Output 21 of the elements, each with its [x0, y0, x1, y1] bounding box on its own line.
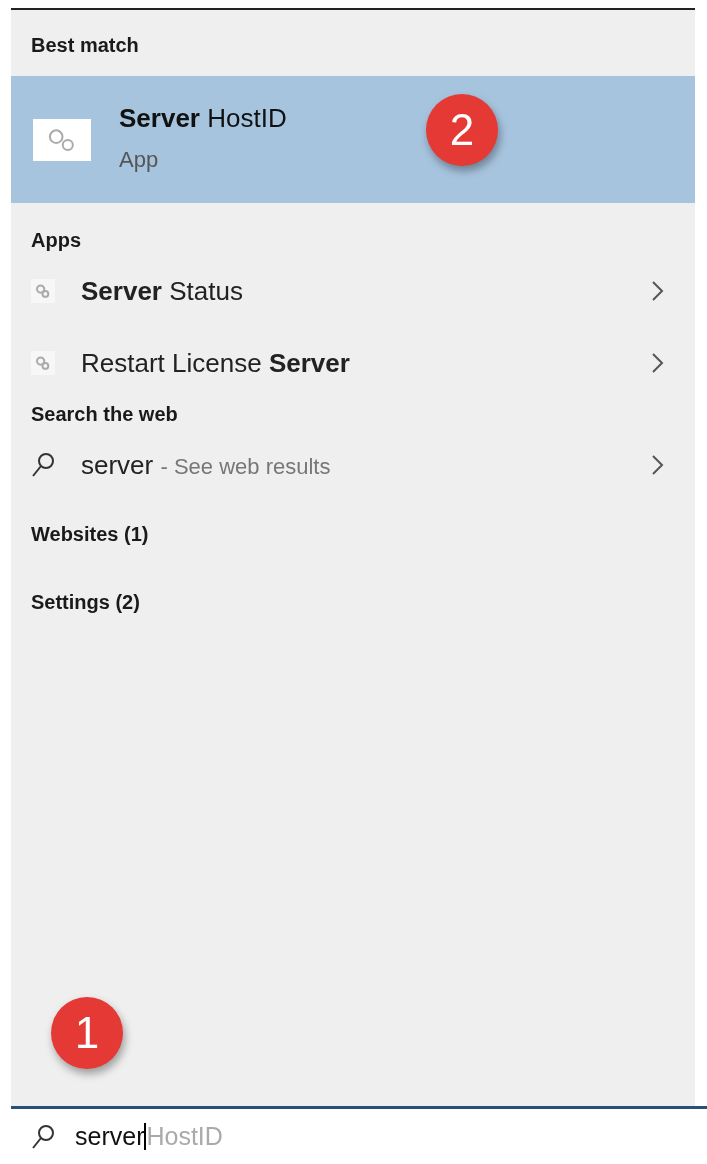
- step-badge: 1: [51, 997, 123, 1069]
- section-heading: Best match: [30, 33, 140, 58]
- app-result-item[interactable]: Server Status: [11, 255, 695, 327]
- section-link[interactable]: Settings (2): [11, 587, 695, 617]
- app-title: Server HostID: [119, 103, 287, 135]
- chevron-right-icon: [651, 352, 665, 374]
- gears-icon: [33, 118, 91, 161]
- chevron-right-icon: [651, 454, 665, 476]
- app-result-item[interactable]: Restart License Server: [11, 327, 695, 399]
- section-link[interactable]: Websites (1): [11, 519, 695, 549]
- search-icon: [31, 452, 55, 478]
- section-heading: Apps: [30, 228, 82, 253]
- gears-icon: [31, 279, 55, 303]
- gears-icon: [31, 351, 55, 375]
- search-icon: [31, 1123, 55, 1150]
- section-heading: Search the web: [30, 402, 179, 427]
- app-type: App: [119, 145, 160, 174]
- chevron-right-icon: [651, 280, 665, 302]
- step-badge: 2: [426, 94, 498, 166]
- web-result-item[interactable]: server - See web results: [11, 429, 695, 501]
- best-match-item[interactable]: Server HostID App 2: [11, 76, 695, 203]
